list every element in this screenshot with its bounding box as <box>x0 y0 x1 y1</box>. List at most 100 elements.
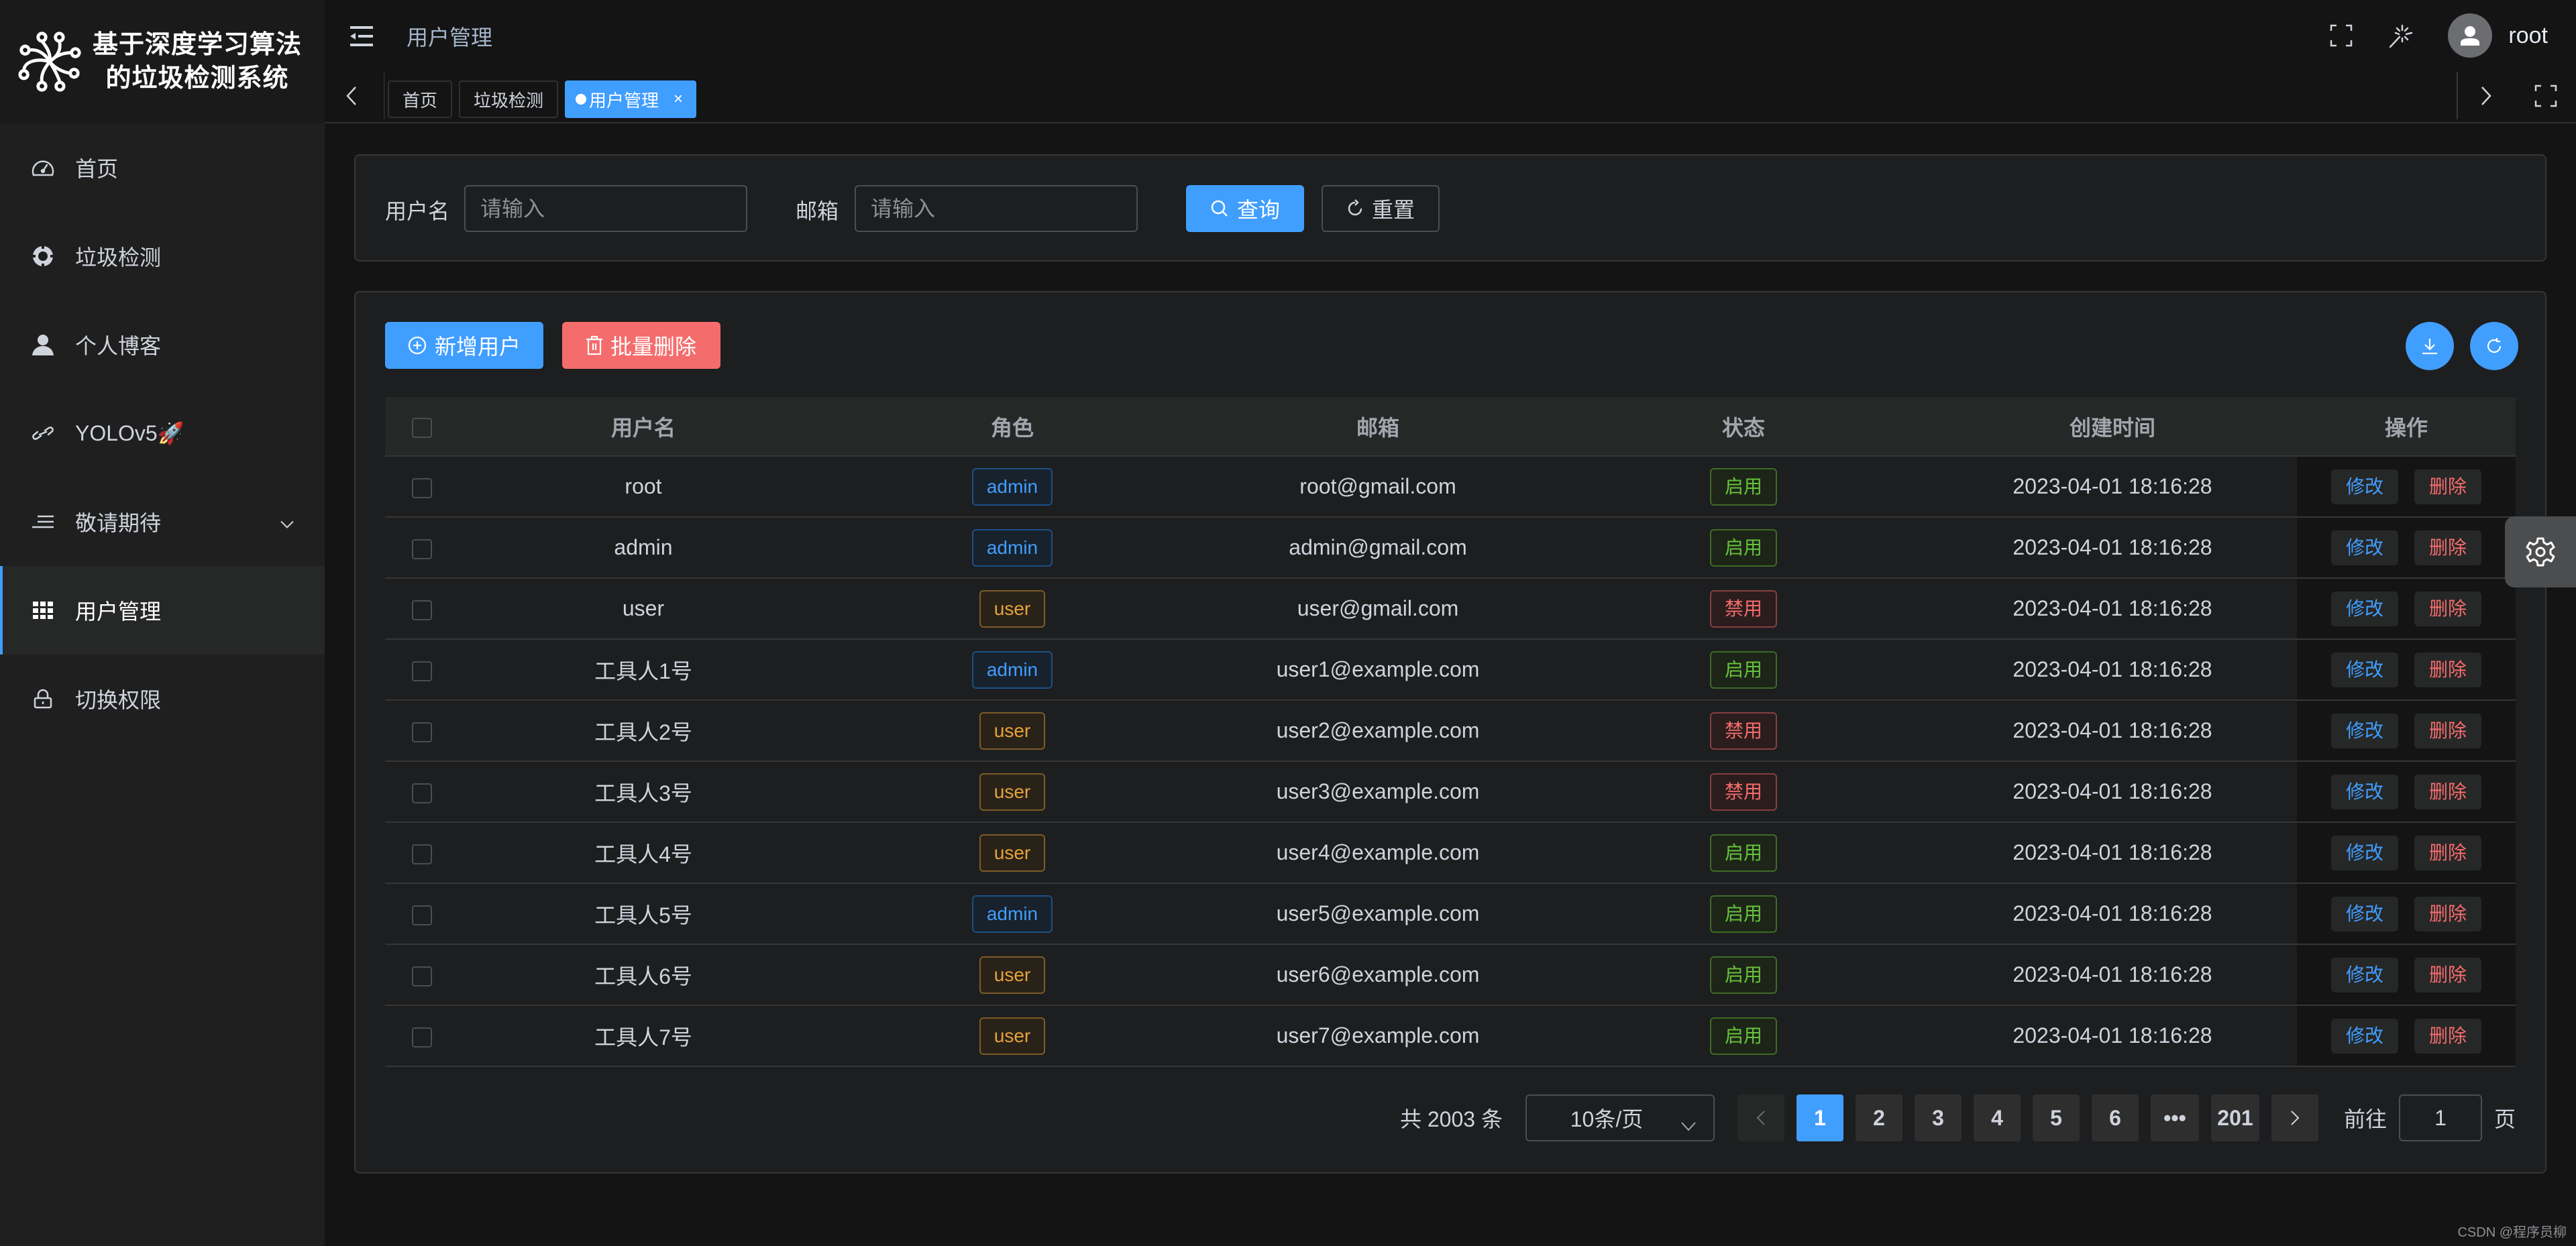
username-cell: 工具人1号 <box>459 639 828 701</box>
row-checkbox[interactable] <box>412 966 432 986</box>
status-badge: 启用 <box>1709 467 1777 506</box>
sidebar-item-switch-permission[interactable]: 切换权限 <box>0 655 325 743</box>
export-button[interactable] <box>2406 322 2454 370</box>
edit-button[interactable]: 修改 <box>2331 774 2398 809</box>
email-cell: user4@example.com <box>1197 822 1559 884</box>
breadcrumb: 用户管理 <box>407 25 493 50</box>
tag-home[interactable]: 首页 <box>388 80 453 118</box>
delete-button[interactable]: 删除 <box>2414 1018 2481 1054</box>
avatar[interactable] <box>2448 13 2493 58</box>
delete-button[interactable]: 删除 <box>2414 530 2481 565</box>
theme-magic-icon[interactable] <box>2389 24 2413 48</box>
select-all-checkbox[interactable] <box>412 417 432 438</box>
delete-button[interactable]: 删除 <box>2414 652 2481 687</box>
delete-button[interactable]: 删除 <box>2414 896 2481 931</box>
username-cell: admin <box>459 517 828 579</box>
edit-button[interactable]: 修改 <box>2331 469 2398 504</box>
row-checkbox[interactable] <box>412 783 432 803</box>
row-checkbox[interactable] <box>412 661 432 681</box>
row-checkbox[interactable] <box>412 600 432 620</box>
chevron-left-icon <box>1756 1111 1765 1125</box>
edit-button[interactable]: 修改 <box>2331 652 2398 687</box>
tag-label: 用户管理 <box>589 90 659 111</box>
next-page-button[interactable] <box>2271 1094 2318 1141</box>
edit-button[interactable]: 修改 <box>2331 591 2398 626</box>
goto-page-input[interactable] <box>2398 1094 2482 1141</box>
add-user-button[interactable]: 新增用户 <box>385 322 543 369</box>
username-label[interactable]: root <box>2508 23 2548 49</box>
collapse-menu-icon[interactable] <box>350 26 373 46</box>
email-input[interactable] <box>855 185 1138 232</box>
actions-cell: 修改 删除 <box>2297 1005 2516 1067</box>
page-button[interactable]: 4 <box>1973 1094 2021 1141</box>
actions-cell: 修改 删除 <box>2297 761 2516 823</box>
table-row: 工具人4号 user user4@example.com 启用 2023-04-… <box>385 822 2516 884</box>
page-button[interactable]: 2 <box>1855 1094 1902 1141</box>
sidebar-item-blog[interactable]: 个人博客 <box>0 300 325 389</box>
sidebar-item-detection[interactable]: 垃圾检测 <box>0 212 325 300</box>
column-header-created[interactable]: 创建时间 <box>1928 397 2297 457</box>
row-checkbox[interactable] <box>412 477 432 498</box>
tags-scroll-left-icon[interactable] <box>345 84 365 111</box>
row-checkbox[interactable] <box>412 539 432 559</box>
created-time-cell: 2023-04-01 18:16:28 <box>1928 1005 2297 1067</box>
email-cell: user1@example.com <box>1197 639 1559 701</box>
column-header-role[interactable]: 角色 <box>828 397 1197 457</box>
row-checkbox[interactable] <box>412 905 432 925</box>
delete-button[interactable]: 删除 <box>2414 774 2481 809</box>
page-button[interactable]: 201 <box>2210 1094 2259 1141</box>
page-button[interactable]: 1 <box>1796 1094 1843 1141</box>
username-input[interactable] <box>464 185 747 232</box>
delete-button[interactable]: 删除 <box>2414 713 2481 748</box>
delete-button[interactable]: 删除 <box>2414 957 2481 993</box>
role-cell: user <box>828 822 1197 884</box>
edit-button[interactable]: 修改 <box>2331 835 2398 870</box>
sidebar-item-label: 个人博客 <box>75 334 162 358</box>
page-button[interactable]: 3 <box>1914 1094 1962 1141</box>
page-list: 1 2 3 4 5 6 ••• 201 <box>1796 1094 2271 1141</box>
column-header-email[interactable]: 邮箱 <box>1197 397 1559 457</box>
delete-button[interactable]: 删除 <box>2414 835 2481 870</box>
delete-button[interactable]: 删除 <box>2414 591 2481 626</box>
status-badge: 启用 <box>1709 895 1777 933</box>
row-checkbox[interactable] <box>412 844 432 864</box>
page-size-select[interactable]: 10条/页 <box>1525 1094 1715 1141</box>
tags-scroll-right-icon[interactable] <box>2478 84 2498 111</box>
row-checkbox[interactable] <box>412 1027 432 1047</box>
fullscreen-icon[interactable] <box>2330 24 2353 47</box>
page-button[interactable]: 6 <box>2091 1094 2139 1141</box>
sidebar-item-coming-soon[interactable]: 敬请期待 <box>0 477 325 566</box>
refresh-table-button[interactable] <box>2470 322 2518 370</box>
reset-button[interactable]: 重置 <box>1322 185 1440 232</box>
theme-settings-button[interactable] <box>2505 516 2576 587</box>
delete-button[interactable]: 删除 <box>2414 469 2481 504</box>
row-select-cell <box>385 822 459 884</box>
sidebar-item-yolov5[interactable]: YOLOv5🚀 <box>0 389 325 477</box>
created-time-cell: 2023-04-01 18:16:28 <box>1928 883 2297 945</box>
batch-delete-button[interactable]: 批量删除 <box>562 322 720 369</box>
username-cell: root <box>459 456 828 518</box>
prev-page-button[interactable] <box>1737 1094 1784 1141</box>
username-cell: 工具人3号 <box>459 761 828 823</box>
content-fullscreen-icon[interactable] <box>2534 84 2559 109</box>
sidebar-item-user-management[interactable]: 用户管理 <box>0 566 325 655</box>
select-all-cell <box>385 397 459 457</box>
edit-button[interactable]: 修改 <box>2331 957 2398 993</box>
column-header-status[interactable]: 状态 <box>1559 397 1928 457</box>
edit-button[interactable]: 修改 <box>2331 530 2398 565</box>
tag-detection[interactable]: 垃圾检测 <box>459 80 559 118</box>
more-pages-button[interactable]: ••• <box>2150 1094 2199 1141</box>
edit-button[interactable]: 修改 <box>2331 713 2398 748</box>
page-button[interactable]: 5 <box>2032 1094 2080 1141</box>
column-header-username[interactable]: 用户名 <box>459 397 828 457</box>
sidebar-item-home[interactable]: 首页 <box>0 123 325 212</box>
edit-button[interactable]: 修改 <box>2331 896 2398 931</box>
tag-label: 首页 <box>402 90 438 111</box>
close-icon[interactable]: × <box>674 90 683 109</box>
chevron-right-icon <box>2291 1111 2300 1125</box>
edit-button[interactable]: 修改 <box>2331 1018 2398 1054</box>
row-checkbox[interactable] <box>412 722 432 742</box>
tag-user-management[interactable]: 用户管理 × <box>565 80 697 118</box>
query-button[interactable]: 查询 <box>1186 185 1304 232</box>
user-table-card: 新增用户 批量删除 用户名 角色 邮箱 状态 创建时间 操作 root admi <box>354 291 2546 1174</box>
